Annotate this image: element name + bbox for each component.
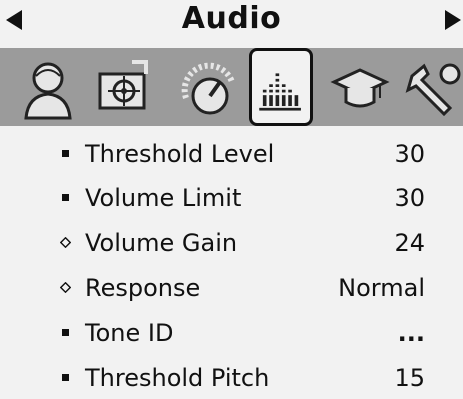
audio-equalizer-icon[interactable] <box>249 48 313 126</box>
setting-row-threshold-pitch[interactable]: Threshold Pitch 15 <box>0 358 463 398</box>
setting-label: Volume Limit <box>85 184 242 212</box>
page-title: Audio <box>181 1 282 36</box>
wrench-tools-icon[interactable] <box>398 52 462 122</box>
setting-value: 24 <box>394 229 425 257</box>
setting-row-volume-gain[interactable]: Volume Gain 24 <box>0 223 463 263</box>
next-menu-arrow-icon[interactable] <box>445 10 461 30</box>
bullet-marker <box>62 150 69 157</box>
gps-target-icon[interactable] <box>92 52 156 122</box>
setting-label: Volume Gain <box>85 229 238 257</box>
menu-icon-bar <box>0 48 463 126</box>
setting-row-threshold-level[interactable]: Threshold Level 30 <box>0 134 463 174</box>
setting-value: 30 <box>394 140 425 168</box>
detect-dial-icon[interactable] <box>176 52 240 122</box>
setting-row-response[interactable]: Response Normal <box>0 268 463 308</box>
setting-label: Threshold Pitch <box>85 364 270 392</box>
setting-row-volume-limit[interactable]: Volume Limit 30 <box>0 178 463 218</box>
setting-row-tone-id[interactable]: Tone ID ... <box>0 313 463 353</box>
setting-value: 30 <box>394 184 425 212</box>
title-bar: Audio <box>0 0 463 48</box>
bullet-marker <box>62 329 69 336</box>
detector-screen: Audio Threshold Level 30 Volume Limit 30… <box>0 0 463 399</box>
setting-label: Tone ID <box>85 319 174 347</box>
setting-label: Response <box>85 274 201 302</box>
user-profile-icon[interactable] <box>16 52 80 122</box>
setting-value: ... <box>397 319 425 347</box>
setting-label: Threshold Level <box>85 140 275 168</box>
bullet-marker <box>62 374 69 381</box>
setting-value: Normal <box>338 274 425 302</box>
bullet-marker <box>62 194 69 201</box>
graduation-cap-icon[interactable] <box>328 52 392 122</box>
adjustable-diamond-icon <box>60 282 71 293</box>
setting-value: 15 <box>394 364 425 392</box>
adjustable-diamond-icon <box>60 237 71 248</box>
